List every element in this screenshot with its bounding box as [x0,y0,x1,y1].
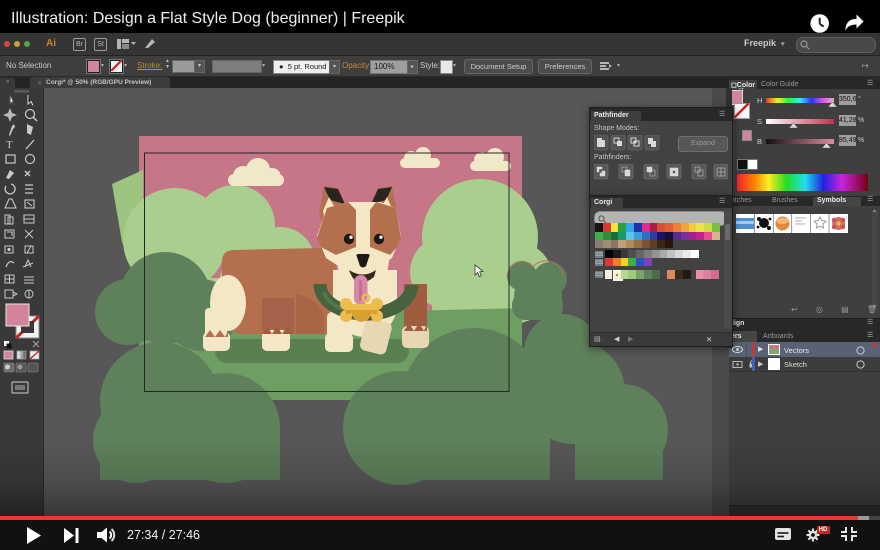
svg-text:T: T [6,139,13,151]
